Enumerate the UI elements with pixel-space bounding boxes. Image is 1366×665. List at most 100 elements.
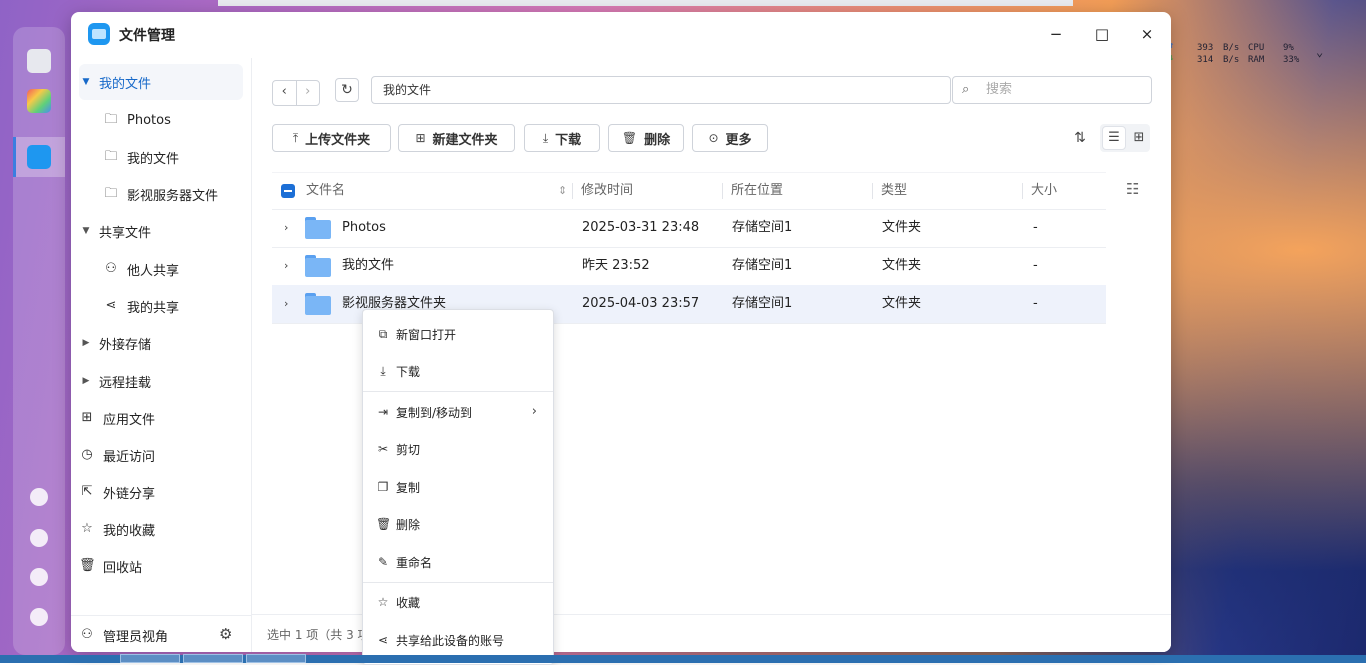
folder-icon: 🗀 — [104, 112, 118, 127]
pencil-icon: ✎ — [377, 555, 389, 569]
close-button[interactable]: × — [1137, 24, 1157, 44]
user-icon: ⚇ — [81, 627, 93, 642]
title-bar: 文件管理 − □ × — [71, 12, 1171, 58]
menu-item-download[interactable]: ⤓ 下载 — [363, 353, 553, 389]
menu-item-open-new-window[interactable]: ⧉ 新窗口打开 — [363, 316, 553, 352]
maximize-button[interactable]: □ — [1092, 24, 1112, 44]
caret-right-icon: ▶ — [82, 376, 90, 386]
menu-item-delete[interactable]: 🗑 删除 — [363, 506, 553, 542]
cpu-label: CPU — [1248, 43, 1265, 53]
table-header: 文件名 ⇕ 修改时间 所在位置 类型 大小 — [272, 172, 1106, 210]
transfer-icon[interactable] — [30, 488, 48, 506]
column-header-modified[interactable]: 修改时间 — [581, 173, 633, 209]
menu-item-label: 重命名 — [396, 555, 433, 570]
trash-icon: 🗑 — [376, 517, 392, 531]
ram-value: 33% — [1283, 55, 1300, 65]
sidebar-item-my-shares[interactable]: ⋖ 我的共享 — [79, 288, 267, 324]
sidebar-item-external-storage[interactable]: ▶ 外接存储 — [79, 325, 243, 361]
sidebar-item-recycle-bin[interactable]: 🗑 回收站 — [79, 548, 243, 584]
row-size: - — [1033, 296, 1038, 311]
more-button[interactable]: ⊙ 更多 — [692, 124, 768, 152]
minimize-button[interactable]: − — [1046, 24, 1066, 44]
search-placeholder: 搜索 — [986, 82, 1013, 97]
row-location: 存储空间1 — [732, 220, 793, 235]
menu-item-rename[interactable]: ✎ 重命名 — [363, 544, 553, 580]
taskbar-item[interactable] — [183, 654, 243, 663]
sidebar-item-my-files[interactable]: ▼ 我的文件 — [79, 64, 243, 100]
bell-icon[interactable] — [30, 529, 48, 547]
file-manager-dock-icon[interactable] — [27, 145, 51, 169]
sidebar-item-recent[interactable]: ◷ 最近访问 — [79, 437, 243, 473]
caret-down-icon: ▼ — [82, 77, 90, 87]
column-header-size[interactable]: 大小 — [1031, 173, 1057, 209]
menu-item-label: 新窗口打开 — [396, 327, 457, 342]
sidebar-item-app-files[interactable]: ⊞ 应用文件 — [79, 400, 243, 436]
sidebar-item-remote-mount[interactable]: ▶ 远程挂载 — [79, 363, 243, 399]
app-center-icon[interactable] — [27, 89, 51, 113]
sidebar-item-label: 影视服务器文件 — [127, 188, 219, 204]
sidebar-item-my-files-folder[interactable]: 🗀 我的文件 — [79, 139, 267, 175]
table-row[interactable]: › Photos 2025-03-31 23:48 存储空间1 文件夹 - — [272, 209, 1106, 248]
sidebar-item-shared-with-me[interactable]: ⚇ 他人共享 — [79, 251, 267, 287]
gear-icon[interactable]: ⚙ — [219, 625, 232, 643]
upload-speed: 393 — [1197, 43, 1214, 53]
sidebar-item-label: 回收站 — [103, 560, 143, 576]
monitor-app-icon[interactable] — [27, 49, 51, 73]
back-button[interactable]: ‹ — [273, 81, 296, 105]
trash-icon: 🗑 — [79, 558, 96, 573]
chevron-right-icon[interactable]: › — [284, 247, 288, 285]
column-header-type[interactable]: 类型 — [881, 173, 907, 209]
delete-button[interactable]: 🗑 删除 — [608, 124, 684, 152]
menu-item-share-account[interactable]: ⋖ 共享给此设备的账号 — [363, 622, 553, 658]
sidebar-item-photos[interactable]: 🗀 Photos — [79, 102, 267, 138]
download-icon: ⤓ — [380, 363, 386, 378]
row-modified: 昨天 23:52 — [582, 258, 650, 273]
menu-item-copy-move[interactable]: ⇥ 复制到/移动到 › — [363, 394, 553, 430]
caret-right-icon: ▶ — [82, 338, 90, 348]
search-input[interactable]: ⌕ 搜索 — [952, 76, 1152, 104]
menu-item-cut[interactable]: ✂ 剪切 — [363, 431, 553, 467]
new-folder-button[interactable]: ⊞ 新建文件夹 — [398, 124, 515, 152]
chevron-right-icon[interactable]: › — [284, 209, 288, 247]
sidebar-item-favorites[interactable]: ☆ 我的收藏 — [79, 511, 243, 547]
chevron-down-icon[interactable]: ⌄ — [1316, 45, 1323, 59]
sidebar-item-media-server[interactable]: 🗀 影视服务器文件 — [79, 176, 243, 212]
sidebar-item-external-links[interactable]: ⇱ 外链分享 — [79, 474, 243, 510]
menu-item-label: 复制 — [396, 480, 421, 495]
sort-toggle-icon[interactable]: ⇕ — [558, 173, 567, 209]
taskbar-item[interactable] — [120, 654, 180, 663]
upload-folder-button[interactable]: ⤒ 上传文件夹 — [272, 124, 391, 152]
sort-icon[interactable]: ⇅ — [1066, 124, 1094, 152]
select-all-checkbox[interactable] — [281, 184, 295, 198]
refresh-button[interactable]: ↻ — [335, 78, 359, 102]
menu-item-favorite[interactable]: ☆ 收藏 — [363, 584, 553, 620]
column-header-location[interactable]: 所在位置 — [731, 173, 783, 209]
chevron-right-icon[interactable]: › — [284, 285, 288, 323]
menu-item-copy[interactable]: ❐ 复制 — [363, 469, 553, 505]
row-size: - — [1033, 220, 1038, 235]
user-icon[interactable] — [30, 568, 48, 586]
gear-icon[interactable] — [30, 608, 48, 626]
row-modified: 2025-04-03 23:57 — [582, 296, 700, 311]
column-divider — [872, 183, 873, 199]
path-input[interactable]: 我的文件 — [371, 76, 951, 104]
menu-item-label: 共享给此设备的账号 — [396, 633, 505, 648]
row-size: - — [1033, 258, 1038, 273]
caret-down-icon: ▼ — [82, 226, 90, 236]
menu-item-label: 复制到/移动到 — [396, 405, 473, 420]
column-header-name[interactable]: 文件名 — [306, 173, 345, 209]
context-menu: ⧉ 新窗口打开 ⤓ 下载 ⇥ 复制到/移动到 › ✂ 剪切 ❐ 复制 🗑 删除 … — [362, 309, 554, 665]
download-button[interactable]: ⤓ 下载 — [524, 124, 600, 152]
grid-view-icon[interactable]: ⊞ — [1128, 124, 1150, 152]
menu-divider — [363, 391, 553, 392]
column-settings-icon[interactable]: ☷ — [1126, 180, 1139, 198]
sidebar-item-shared-files[interactable]: ▼ 共享文件 — [79, 213, 243, 249]
table-row[interactable]: › 我的文件 昨天 23:52 存储空间1 文件夹 - — [272, 247, 1106, 286]
star-icon: ☆ — [81, 521, 93, 536]
row-type: 文件夹 — [882, 296, 922, 311]
forward-button[interactable]: › — [295, 81, 320, 105]
list-view-icon[interactable]: ☰ — [1102, 126, 1126, 150]
ram-label: RAM — [1248, 55, 1265, 65]
sidebar-item-label: 他人共享 — [127, 263, 180, 279]
taskbar-item[interactable] — [246, 654, 306, 663]
